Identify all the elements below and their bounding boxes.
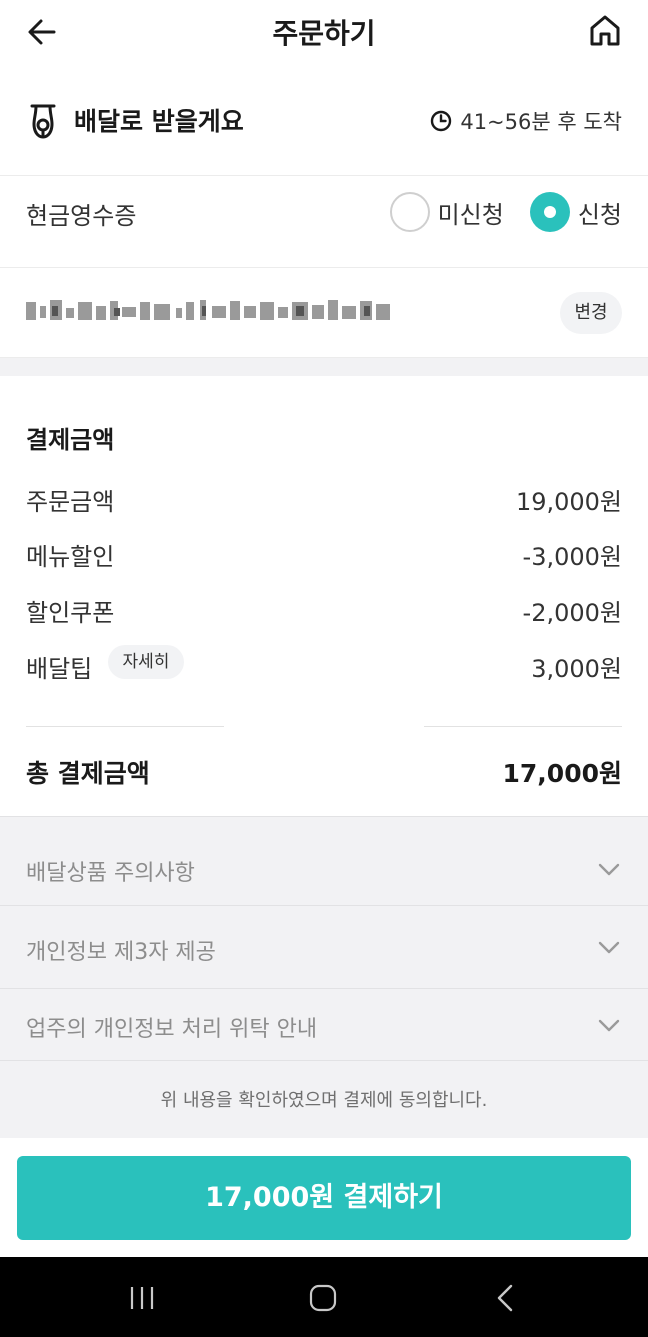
recent-apps-icon[interactable] xyxy=(127,1283,157,1313)
row-label: 할인쿠폰 xyxy=(26,599,115,627)
radio-checked-icon[interactable] xyxy=(529,192,570,232)
radio-unchecked-icon[interactable] xyxy=(389,192,430,232)
back-icon[interactable] xyxy=(491,1283,521,1313)
row-label: 배달팁 xyxy=(26,655,93,683)
delivery-label: 배달로 받을게요 xyxy=(74,107,244,136)
payment-row-menu-discount: 메뉴할인 -3,000원 xyxy=(26,535,622,575)
divider xyxy=(0,1060,648,1061)
accordion-label: 배달상품 주의사항 xyxy=(26,861,195,886)
blurred-address xyxy=(26,300,390,320)
chevron-down-icon xyxy=(598,863,620,876)
accordion-consignment[interactable]: 업주의 개인정보 처리 위탁 안내 xyxy=(0,988,648,1061)
total-label: 총 결제금액 xyxy=(26,759,150,788)
cash-receipt-section: 현금영수증 미신청 신청 xyxy=(0,178,648,266)
radio-option-not-applied[interactable]: 미신청 xyxy=(389,192,504,232)
clock-icon xyxy=(431,110,452,132)
radio-option-applied[interactable]: 신청 xyxy=(529,192,622,232)
row-label: 주문금액 xyxy=(26,488,115,516)
eta-info: 41~56분 후 도착 xyxy=(430,106,622,136)
total-row: 총 결제금액 17,000원 xyxy=(26,754,622,794)
delivery-info: 배달로 받을게요 41~56분 후 도착 xyxy=(0,88,648,154)
row-value: 3,000원 xyxy=(531,655,622,683)
cash-receipt-options: 미신청 신청 xyxy=(364,192,622,232)
cash-receipt-label: 현금영수증 xyxy=(26,202,137,230)
divider xyxy=(0,175,648,176)
chevron-down-icon xyxy=(598,941,620,954)
radio-label: 신청 xyxy=(577,200,622,229)
payment-title: 결제금액 xyxy=(26,426,115,454)
payment-row-delivery-tip: 배달팁 자세히 3,000원 xyxy=(26,645,622,687)
accordion-delivery-caution[interactable]: 배달상품 주의사항 xyxy=(0,816,648,906)
page-title: 주문하기 xyxy=(272,17,376,50)
row-label: 메뉴할인 xyxy=(26,543,115,571)
home-button-icon[interactable] xyxy=(308,1283,338,1313)
change-address-button[interactable]: 변경 xyxy=(560,292,622,334)
accordion-label: 업주의 개인정보 처리 위탁 안내 xyxy=(26,1017,318,1042)
radio-label: 미신청 xyxy=(437,200,504,229)
tip-detail-button[interactable]: 자세히 xyxy=(108,645,184,679)
accordion-label: 개인정보 제3자 제공 xyxy=(26,940,216,965)
agreement-text: 위 내용을 확인하였으며 결제에 동의합니다. xyxy=(160,1090,488,1111)
section-gap xyxy=(0,358,648,376)
eta-text: 41~56분 후 도착 xyxy=(460,110,622,134)
header: 주문하기 xyxy=(0,0,648,64)
row-value: 19,000원 xyxy=(515,488,622,516)
accordion-third-party[interactable]: 개인정보 제3자 제공 xyxy=(0,905,648,989)
payment-row-order-amount: 주문금액 19,000원 xyxy=(26,480,622,520)
row-value: -2,000원 xyxy=(522,599,622,627)
system-nav-bar xyxy=(0,1257,648,1337)
payment-row-coupon: 할인쿠폰 -2,000원 xyxy=(26,591,622,631)
home-icon[interactable] xyxy=(588,14,622,48)
chevron-down-icon xyxy=(598,1019,620,1032)
address-section: 변경 xyxy=(0,268,648,358)
row-value: -3,000원 xyxy=(522,543,622,571)
pay-button[interactable]: 17,000원 결제하기 xyxy=(17,1156,631,1240)
total-value: 17,000원 xyxy=(502,759,622,788)
divider xyxy=(424,726,622,727)
scooter-icon xyxy=(30,104,56,139)
divider xyxy=(26,726,224,727)
